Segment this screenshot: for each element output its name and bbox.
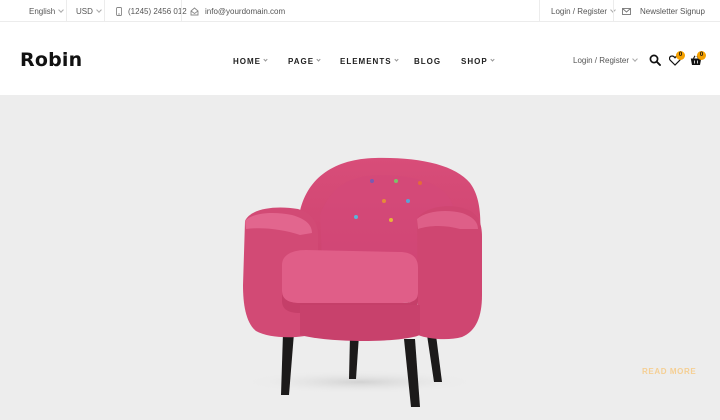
email-address: info@yourdomain.com: [205, 6, 286, 16]
nav-home[interactable]: HOME: [233, 55, 268, 67]
mail-icon: [622, 7, 631, 15]
nav-blog-label: BLOG: [414, 56, 442, 66]
chevron-down-icon: [632, 56, 638, 62]
divider: [66, 0, 67, 22]
divider: [613, 0, 614, 22]
newsletter-label: Newsletter Signup: [640, 6, 705, 16]
armchair-image: [240, 157, 482, 407]
phone-icon: [116, 6, 122, 16]
nav-page-label: PAGE: [288, 56, 315, 66]
main-header: Robin HOME PAGE ELEMENTS BLOG SHOP Login…: [0, 22, 720, 95]
search-icon: [649, 54, 661, 66]
chevron-down-icon: [58, 6, 65, 13]
phone-info: (1245) 2456 012: [116, 0, 187, 22]
chevron-down-icon: [393, 57, 399, 62]
language-selector[interactable]: English: [29, 0, 65, 22]
nav-shop[interactable]: SHOP: [461, 55, 495, 67]
divider: [104, 0, 105, 22]
currency-label: USD: [76, 6, 93, 16]
newsletter-signup[interactable]: Newsletter Signup: [622, 0, 705, 22]
cart-button[interactable]: 0: [690, 51, 706, 67]
phone-number: (1245) 2456 012: [128, 6, 187, 16]
login-register-link: Login / Register: [551, 6, 608, 16]
logo-text: Robin: [20, 49, 83, 71]
top-bar: English USD (1245) 2456 012 info@yourdom…: [0, 0, 720, 22]
nav-shop-label: SHOP: [461, 56, 488, 66]
cart-count-badge: 0: [697, 51, 706, 60]
chevron-down-icon: [316, 57, 321, 62]
wishlist-button[interactable]: 0: [669, 51, 685, 67]
topbar-login[interactable]: Login / Register: [551, 0, 616, 22]
nav-elements[interactable]: ELEMENTS: [340, 55, 399, 67]
currency-selector[interactable]: USD: [76, 0, 102, 22]
chevron-down-icon: [263, 57, 268, 62]
header-login-label: Login / Register: [573, 56, 630, 65]
nav-blog[interactable]: BLOG: [414, 55, 441, 67]
wishlist-count-badge: 0: [676, 51, 685, 60]
hero-slider: READ MORE: [0, 95, 720, 420]
read-more-button[interactable]: READ MORE: [642, 367, 696, 376]
logo[interactable]: Robin: [20, 49, 82, 71]
divider: [539, 0, 540, 22]
chevron-down-icon: [96, 6, 102, 13]
chevron-down-icon: [490, 57, 495, 62]
divider: [181, 0, 182, 22]
nav-home-label: HOME: [233, 56, 261, 66]
search-button[interactable]: [649, 53, 663, 67]
nav-elements-label: ELEMENTS: [340, 56, 392, 66]
language-label: English: [29, 6, 56, 16]
email-info[interactable]: info@yourdomain.com: [190, 0, 285, 22]
nav-page[interactable]: PAGE: [288, 55, 321, 67]
email-icon: [190, 6, 199, 15]
header-login[interactable]: Login / Register: [573, 56, 638, 65]
